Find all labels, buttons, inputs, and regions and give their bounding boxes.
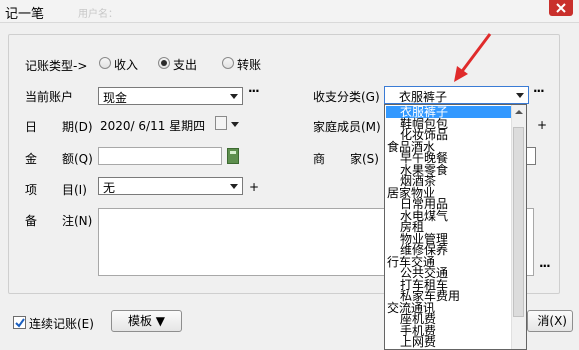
close-icon — [556, 3, 566, 13]
radio-transfer[interactable] — [222, 57, 234, 69]
family-add-button[interactable]: + — [537, 118, 547, 132]
item-label-b: 目(I) — [62, 183, 87, 197]
merchant-label-b: 家(S) — [350, 152, 379, 166]
category-label: 收支分类(G) — [313, 90, 380, 104]
radio-transfer-label[interactable]: 转账 — [237, 56, 261, 73]
template-button[interactable]: 模板 ▼ — [111, 310, 182, 332]
annotation-arrow-icon — [454, 33, 492, 82]
item-label-a: 项 — [25, 183, 38, 197]
category-select[interactable]: 衣服裤子 — [384, 86, 529, 104]
merchant-select-edge[interactable] — [527, 147, 536, 165]
account-value: 现金 — [103, 91, 128, 105]
radio-income[interactable] — [99, 57, 111, 69]
amount-label-b: 额(Q) — [62, 152, 93, 166]
category-dropdown-list[interactable]: 衣服裤子 鞋帽包包 化妆饰品 食品酒水 早午晚餐 水果零食 烟酒茶 居家物业 日常用品 水电煤气房… — [384, 104, 527, 350]
window-title: 记一笔 — [5, 7, 45, 22]
record-type-label: 记账类型-> — [25, 59, 88, 73]
date-value: 2020/ 6/11 星期四 — [100, 119, 206, 133]
dropdown-item[interactable]: 上网费 — [386, 336, 526, 348]
scroll-thumb[interactable] — [513, 127, 524, 317]
continuous-label[interactable]: 连续记账(E) — [29, 315, 94, 332]
continuous-checkbox[interactable] — [13, 316, 26, 329]
chevron-down-icon[interactable] — [231, 122, 239, 127]
note-label-b: 注(N) — [62, 214, 93, 228]
cancel-button[interactable]: 消(X) — [527, 310, 573, 332]
title-ghost-text: 用户名： — [78, 9, 118, 20]
amount-label-a: 金 — [25, 152, 38, 166]
radio-expense[interactable] — [158, 57, 170, 69]
item-select[interactable]: 无 — [98, 177, 243, 195]
note-label-a: 备 — [25, 214, 38, 228]
calendar-button[interactable] — [215, 116, 227, 130]
amount-input[interactable] — [98, 147, 222, 165]
account-label: 当前账户 — [25, 90, 74, 104]
account-select[interactable]: 现金 — [98, 87, 243, 105]
date-label-b: 期(D) — [62, 120, 93, 134]
radio-income-label[interactable]: 收入 — [114, 56, 138, 73]
scroll-up-icon[interactable] — [515, 110, 523, 114]
date-label-a: 日 — [25, 120, 38, 134]
dropdown-scrollbar[interactable] — [511, 105, 526, 349]
note-more-button[interactable]: ··· — [539, 259, 551, 273]
check-icon — [15, 318, 25, 328]
title-bar: 记一笔 用户名： — [0, 0, 579, 23]
calculator-icon[interactable] — [227, 148, 239, 164]
category-value: 衣服裤子 — [399, 90, 448, 104]
item-value: 无 — [103, 181, 116, 195]
close-button[interactable] — [549, 0, 573, 16]
radio-expense-label[interactable]: 支出 — [173, 56, 197, 73]
account-more-button[interactable]: ··· — [248, 84, 260, 98]
merchant-label-a: 商 — [313, 152, 326, 166]
family-label: 家庭成员(M) — [313, 120, 381, 134]
chevron-down-icon — [516, 93, 524, 98]
item-add-button[interactable]: + — [249, 180, 259, 194]
chevron-down-icon — [230, 184, 238, 189]
category-more-button[interactable]: ··· — [533, 84, 545, 98]
chevron-down-icon — [230, 94, 238, 99]
